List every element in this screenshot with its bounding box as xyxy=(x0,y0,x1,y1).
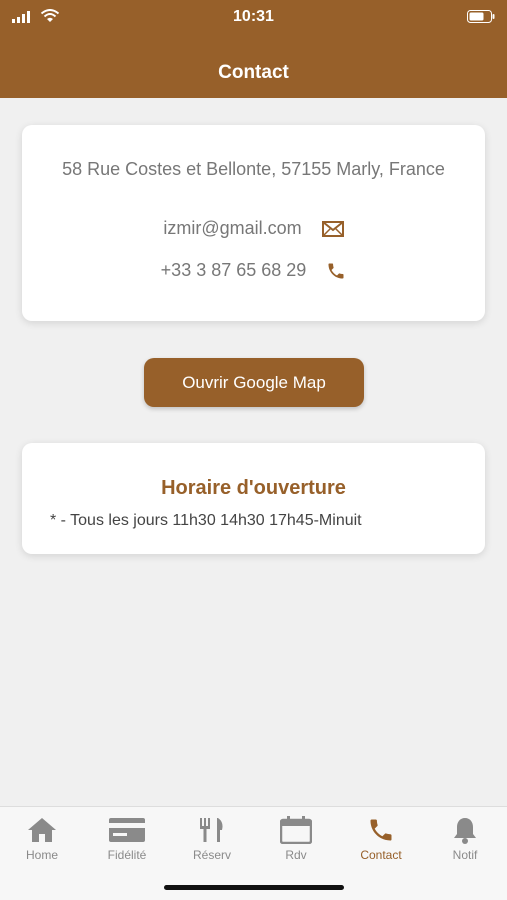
tab-rdv-label: Rdv xyxy=(285,848,307,862)
tab-contact-label: Contact xyxy=(360,848,402,862)
tab-contact[interactable]: Contact xyxy=(339,815,423,862)
home-icon xyxy=(28,818,56,842)
tab-reserv-label: Réserv xyxy=(192,848,231,862)
phone-text[interactable]: +33 3 87 65 68 29 xyxy=(161,260,307,281)
contact-card: 58 Rue Costes et Bellonte, 57155 Marly, … xyxy=(22,125,485,321)
bell-icon xyxy=(454,818,476,844)
email-row[interactable]: izmir@gmail.com xyxy=(22,218,485,239)
opening-hours-card: Horaire d'ouverture * - Tous les jours 1… xyxy=(22,443,485,554)
opening-hours-line: * - Tous les jours 11h30 14h30 17h45-Min… xyxy=(50,512,362,529)
fork-knife-icon xyxy=(200,818,223,842)
tab-fidelite[interactable]: Fidélité xyxy=(85,815,169,862)
opening-hours-title: Horaire d'ouverture xyxy=(161,477,346,499)
calendar-icon xyxy=(280,816,312,844)
battery-icon xyxy=(467,10,495,23)
page-title: Contact xyxy=(218,62,289,83)
tab-notif[interactable]: Notif xyxy=(423,815,507,862)
phone-row[interactable]: +33 3 87 65 68 29 xyxy=(22,260,485,281)
tab-home-label: Home xyxy=(25,848,58,862)
email-text[interactable]: izmir@gmail.com xyxy=(163,218,301,239)
phone-icon[interactable] xyxy=(326,261,346,281)
tab-notif-label: Notif xyxy=(452,848,478,862)
home-indicator[interactable] xyxy=(164,885,344,890)
header-bar: 10:31 Contact xyxy=(0,0,507,98)
status-bar: 10:31 xyxy=(0,0,507,34)
card-icon xyxy=(109,818,145,842)
tab-reserv[interactable]: Réserv xyxy=(170,815,254,862)
phone-icon xyxy=(370,819,392,841)
tab-home[interactable]: Home xyxy=(0,815,84,862)
tab-rdv[interactable]: Rdv xyxy=(254,815,338,862)
tab-fidelite-label: Fidélité xyxy=(107,848,147,862)
status-time: 10:31 xyxy=(233,8,274,25)
envelope-icon[interactable] xyxy=(321,220,344,237)
address-text[interactable]: 58 Rue Costes et Bellonte, 57155 Marly, … xyxy=(42,158,465,180)
open-google-map-button[interactable]: Ouvrir Google Map xyxy=(144,358,364,407)
